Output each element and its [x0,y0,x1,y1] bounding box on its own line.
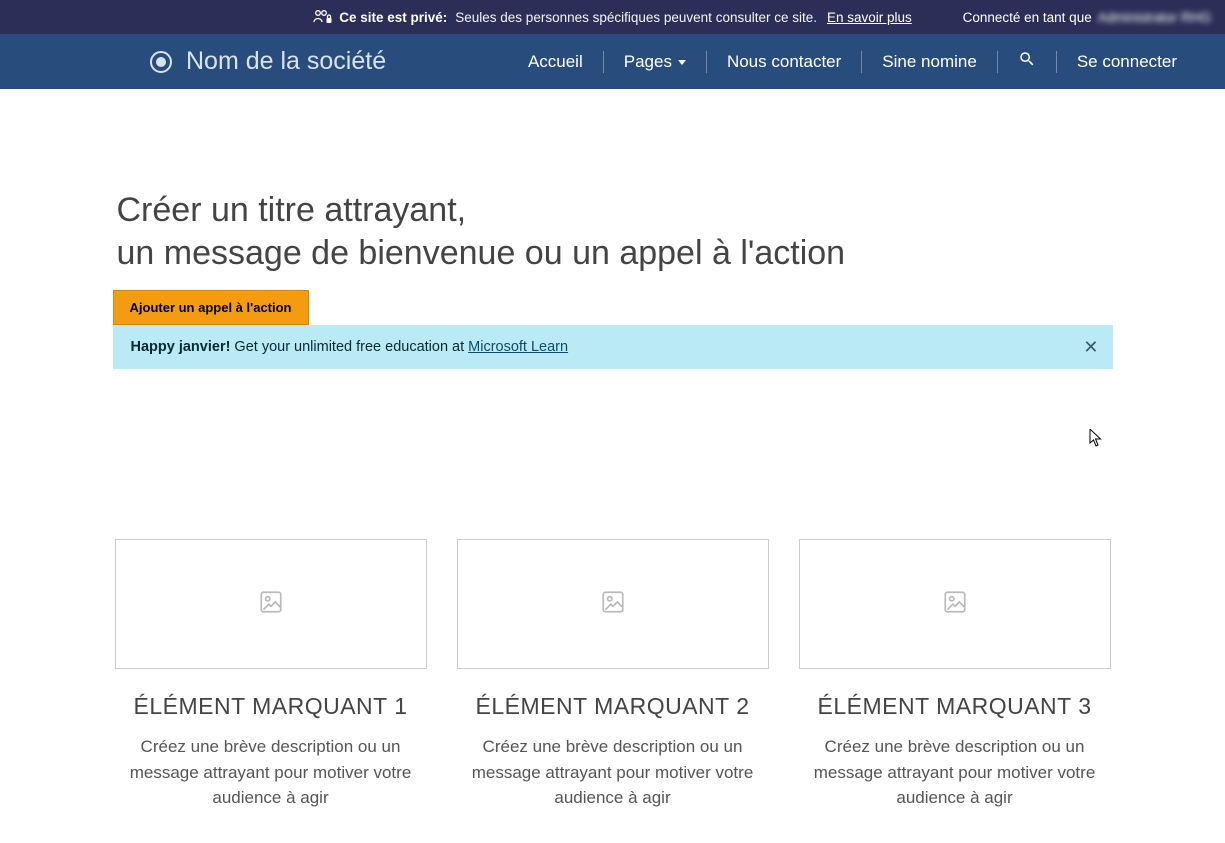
nav-contact[interactable]: Nous contacter [707,52,861,72]
hero-title: Créer un titre attrayant, un message de … [117,189,1113,274]
alert-bold: Happy janvier! [131,339,231,355]
image-icon [600,589,626,620]
brand-logo-icon [150,51,172,73]
image-icon [942,589,968,620]
info-alert: Happy janvier! Get your unlimited free e… [113,325,1113,369]
banner-bold: Ce site est privé: [339,10,447,25]
brand-name: Nom de la société [186,47,386,76]
card-desc: Créez une brève description ou un messag… [457,734,769,811]
nav-pages[interactable]: Pages [604,52,706,72]
card-image-placeholder[interactable] [457,539,769,669]
card-image-placeholder[interactable] [799,539,1111,669]
chevron-down-icon [678,60,686,65]
alert-link[interactable]: Microsoft Learn [468,339,568,355]
top-nav: Nom de la société Accueil Pages Nous con… [0,34,1225,89]
nav-pages-label: Pages [624,52,672,72]
card-2: ÉLÉMENT MARQUANT 2 Créez une brève descr… [457,539,769,811]
image-icon [258,589,284,620]
hero-line2: un message de bienvenue ou un appel à l'… [117,234,846,272]
nav-sign-in[interactable]: Se connecter [1057,52,1197,72]
card-desc: Créez une brève description ou un messag… [799,734,1111,811]
private-site-banner: Ce site est privé: Seules des personnes … [0,0,1225,34]
mouse-cursor-icon [1089,429,1103,452]
card-title: ÉLÉMENT MARQUANT 1 [115,693,427,720]
nav-sine-nomine[interactable]: Sine nomine [862,52,997,72]
banner-learn-more-link[interactable]: En savoir plus [827,10,912,25]
card-title: ÉLÉMENT MARQUANT 2 [457,693,769,720]
brand[interactable]: Nom de la société [150,47,386,76]
card-desc: Créez une brève description ou un messag… [115,734,427,811]
alert-text: Get your unlimited free education at [234,339,464,355]
connected-user: Administrator RHG [1098,10,1211,25]
alert-close-button[interactable]: ✕ [1083,338,1098,356]
close-icon: ✕ [1083,337,1098,357]
people-lock-icon [313,9,333,25]
banner-text: Seules des personnes spécifiques peuvent… [455,10,817,25]
card-image-placeholder[interactable] [115,539,427,669]
connected-as-label: Connecté en tant que [963,10,1092,25]
card-1: ÉLÉMENT MARQUANT 1 Créez une brève descr… [115,539,427,811]
hero-line1: Créer un titre attrayant, [117,191,467,229]
card-3: ÉLÉMENT MARQUANT 3 Créez une brève descr… [799,539,1111,811]
nav-accueil[interactable]: Accueil [508,52,603,72]
search-icon [1018,50,1036,73]
highlight-cards: ÉLÉMENT MARQUANT 1 Créez une brève descr… [113,539,1113,811]
add-cta-button[interactable]: Ajouter un appel à l'action [113,290,309,325]
nav-search[interactable] [998,50,1056,73]
card-title: ÉLÉMENT MARQUANT 3 [799,693,1111,720]
